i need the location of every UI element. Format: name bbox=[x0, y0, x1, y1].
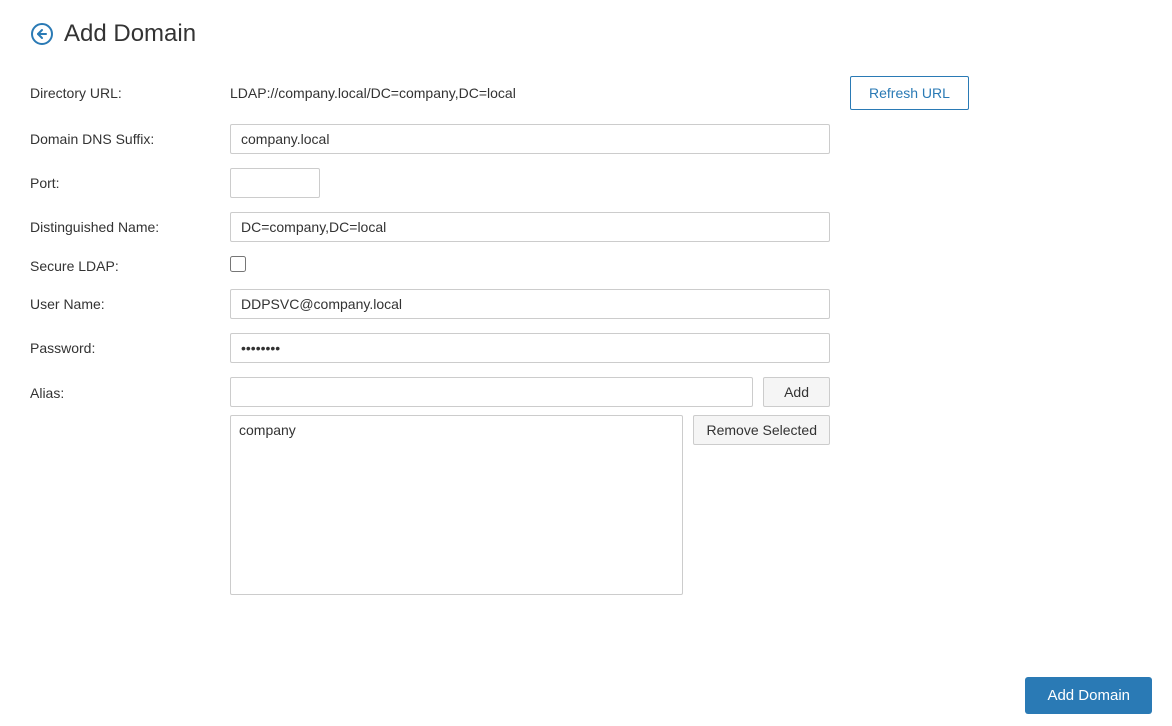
distinguished-name-row: Distinguished Name: bbox=[30, 212, 1142, 242]
password-input[interactable] bbox=[230, 333, 830, 363]
alias-label: Alias: bbox=[30, 377, 230, 401]
secure-ldap-row: Secure LDAP: bbox=[30, 256, 1142, 275]
remove-selected-button[interactable]: Remove Selected bbox=[693, 415, 830, 445]
alias-section: Alias: Add company Remove Selected bbox=[30, 377, 1142, 595]
secure-ldap-control bbox=[230, 256, 830, 275]
alias-listbox[interactable]: company bbox=[230, 415, 683, 595]
secure-ldap-checkbox[interactable] bbox=[230, 256, 246, 272]
form-body: Directory URL: LDAP://company.local/DC=c… bbox=[30, 76, 1142, 595]
username-row: User Name: bbox=[30, 289, 1142, 319]
username-control bbox=[230, 289, 830, 319]
distinguished-name-label: Distinguished Name: bbox=[30, 219, 230, 235]
port-row: Port: bbox=[30, 168, 1142, 198]
add-domain-button[interactable]: Add Domain bbox=[1025, 677, 1152, 714]
alias-right: Add company Remove Selected bbox=[230, 377, 830, 595]
add-alias-button[interactable]: Add bbox=[763, 377, 830, 407]
username-label: User Name: bbox=[30, 296, 230, 312]
port-control bbox=[230, 168, 830, 198]
domain-dns-label: Domain DNS Suffix: bbox=[30, 131, 230, 147]
password-label: Password: bbox=[30, 340, 230, 356]
back-icon[interactable] bbox=[30, 22, 54, 46]
password-row: Password: bbox=[30, 333, 1142, 363]
distinguished-name-control bbox=[230, 212, 830, 242]
domain-dns-input[interactable] bbox=[230, 124, 830, 154]
port-input[interactable] bbox=[230, 168, 320, 198]
alias-input-row: Add bbox=[230, 377, 830, 407]
username-input[interactable] bbox=[230, 289, 830, 319]
port-label: Port: bbox=[30, 175, 230, 191]
domain-dns-row: Domain DNS Suffix: bbox=[30, 124, 1142, 154]
secure-ldap-label: Secure LDAP: bbox=[30, 258, 230, 274]
directory-url-row: Directory URL: LDAP://company.local/DC=c… bbox=[30, 76, 1142, 110]
distinguished-name-input[interactable] bbox=[230, 212, 830, 242]
footer: Add Domain bbox=[1005, 665, 1172, 726]
alias-list-wrapper: company Remove Selected bbox=[230, 415, 830, 595]
directory-url-value: LDAP://company.local/DC=company,DC=local bbox=[230, 85, 830, 101]
alias-input[interactable] bbox=[230, 377, 753, 407]
directory-url-label: Directory URL: bbox=[30, 85, 230, 101]
page-title: Add Domain bbox=[64, 20, 196, 48]
page-header: Add Domain bbox=[30, 20, 1142, 48]
refresh-url-button[interactable]: Refresh URL bbox=[850, 76, 969, 110]
password-control bbox=[230, 333, 830, 363]
domain-dns-control bbox=[230, 124, 830, 154]
